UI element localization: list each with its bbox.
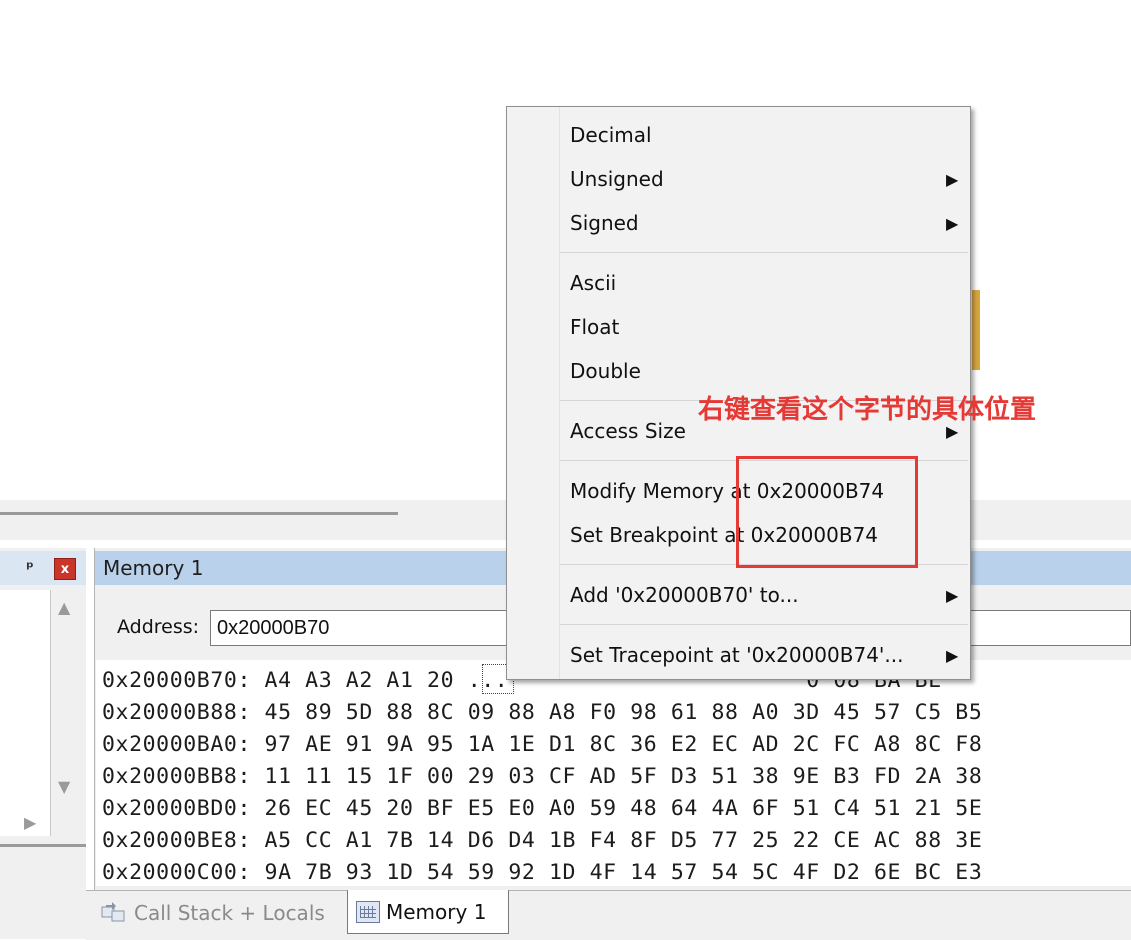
menu-item-set-tracepoint[interactable]: Set Tracepoint at '0x20000B74'...	[570, 643, 904, 667]
menu-item-ascii[interactable]: Ascii	[570, 271, 616, 295]
left-pane-content	[0, 590, 51, 836]
memory-row[interactable]: 0x20000C00: 9A 7B 93 1D 54 59 92 1D 4F 1…	[102, 860, 982, 885]
menu-separator	[560, 252, 968, 253]
left-tab-area	[0, 890, 86, 939]
context-menu-icon-gutter	[507, 107, 560, 679]
menu-item-unsigned[interactable]: Unsigned	[570, 167, 664, 191]
tab-label: Memory 1	[386, 899, 487, 924]
scroll-right-arrow-icon[interactable]: ▶	[24, 813, 36, 832]
memory-row[interactable]: 0x20000BA0: 97 AE 91 9A 95 1A 1E D1 8C 3…	[102, 732, 982, 757]
horizontal-scrollbar-edge	[0, 844, 86, 847]
tab-label: Call Stack + Locals	[134, 901, 325, 925]
menu-item-decimal[interactable]: Decimal	[570, 123, 652, 147]
menu-item-float[interactable]: Float	[570, 315, 619, 339]
menu-item-access-size[interactable]: Access Size	[570, 419, 686, 443]
vertical-scrollbar[interactable]	[51, 590, 83, 842]
menu-item-double[interactable]: Double	[570, 359, 641, 383]
menu-item-add-to[interactable]: Add '0x20000B70' to...	[570, 583, 799, 607]
submenu-arrow-icon: ▶	[946, 170, 959, 189]
memory-row[interactable]: 0x20000B88: 45 89 5D 88 8C 09 88 A8 F0 9…	[102, 700, 982, 725]
memory-row[interactable]: 0x20000BB8: 11 11 15 1F 00 29 03 CF AD 5…	[102, 764, 982, 789]
tab-call-stack-locals[interactable]: Call Stack + Locals	[100, 893, 325, 933]
memory-grid-icon	[356, 900, 380, 923]
menu-separator	[560, 624, 968, 625]
address-label: Address:	[117, 616, 200, 638]
annotation-text: 右键查看这个字节的具体位置	[698, 395, 1037, 425]
submenu-arrow-icon: ▶	[946, 646, 959, 665]
memory-row[interactable]: 0x20000BD0: 26 EC 45 20 BF E5 E0 A0 59 4…	[102, 796, 982, 821]
submenu-arrow-icon: ▶	[946, 214, 959, 233]
background-toolbar-edge	[972, 290, 980, 370]
memory-window-title: Memory 1	[103, 556, 204, 580]
annotation-highlight-box	[736, 456, 918, 568]
pin-icon[interactable]: ᵖ	[20, 556, 40, 580]
splitter-line[interactable]	[0, 512, 398, 515]
submenu-arrow-icon: ▶	[946, 586, 959, 605]
memory-row[interactable]: 0x20000BE8: A5 CC A1 7B 14 D6 D4 1B F4 8…	[102, 828, 982, 853]
scroll-up-arrow-icon[interactable]: ▲	[58, 598, 70, 617]
close-icon[interactable]: x	[54, 558, 76, 580]
call-stack-icon	[100, 901, 128, 925]
menu-item-signed[interactable]: Signed	[570, 211, 639, 235]
scroll-down-arrow-icon[interactable]: ▼	[58, 777, 70, 796]
tab-memory-1[interactable]: Memory 1	[347, 890, 509, 934]
